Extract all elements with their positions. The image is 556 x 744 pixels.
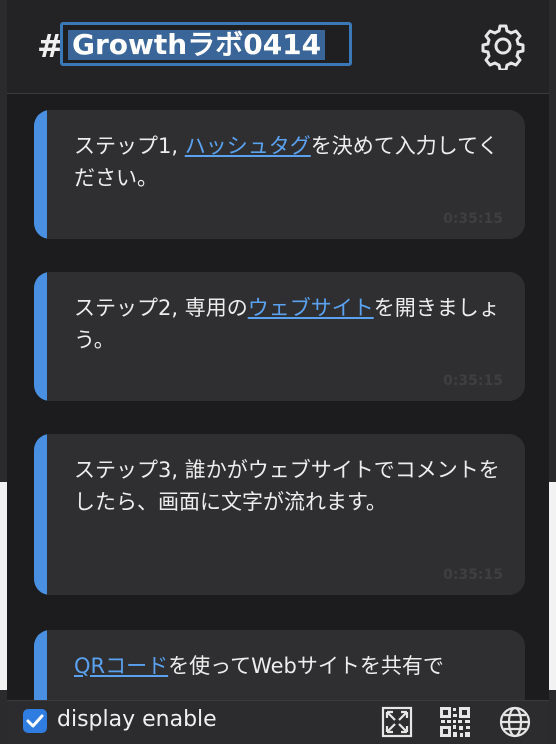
message-accent-bar [34, 110, 47, 239]
popup-panel: # Growthラボ0414 ステップ1, ハッシュタグを決めて入力してください… [7, 0, 549, 744]
gear-icon[interactable] [479, 22, 527, 70]
hashtag-input-value[interactable]: Growthラボ0414 [68, 30, 326, 60]
message-accent-bar [34, 272, 47, 401]
qr-code-link[interactable]: QRコード [74, 654, 168, 678]
hashtag-link[interactable]: ハッシュタグ [185, 134, 311, 158]
message-text: ステップ1, ハッシュタグを決めて入力してください。 [74, 134, 499, 190]
website-link[interactable]: ウェブサイト [248, 296, 374, 320]
message-card: ステップ2, 専用のウェブサイトを開きましょう。 0:35:15 [34, 272, 525, 401]
message-card: QRコードを使ってWebサイトを共有で [34, 630, 525, 700]
message-accent-bar [34, 630, 47, 700]
message-text: ステップ3, 誰かがウェブサイトでコメントをしたら、画面に文字が流れます。 [74, 458, 500, 514]
globe-icon[interactable] [498, 705, 532, 739]
message-timestamp: 0:35:15 [443, 373, 503, 389]
message-accent-bar [34, 434, 47, 595]
header: # Growthラボ0414 [7, 0, 549, 94]
right-window-edge [549, 0, 556, 744]
fullscreen-icon[interactable] [380, 705, 414, 739]
qr-code-icon[interactable] [438, 705, 472, 739]
footer-bar: display enable [7, 700, 549, 744]
checkmark-icon [26, 714, 44, 728]
display-enable-checkbox[interactable] [23, 709, 47, 733]
message-card: ステップ1, ハッシュタグを決めて入力してください。 0:35:15 [34, 110, 525, 239]
message-text: ステップ2, 専用のウェブサイトを開きましょう。 [74, 296, 500, 352]
message-card: ステップ3, 誰かがウェブサイトでコメントをしたら、画面に文字が流れます。 0:… [34, 434, 525, 595]
hashtag-input[interactable]: Growthラボ0414 [60, 22, 352, 66]
left-window-edge [0, 0, 7, 744]
message-timestamp: 0:35:15 [443, 567, 503, 583]
message-list[interactable]: ステップ1, ハッシュタグを決めて入力してください。 0:35:15 ステップ2… [7, 94, 549, 700]
message-timestamp: 0:35:15 [443, 211, 503, 227]
message-text: QRコードを使ってWebサイトを共有で [74, 654, 444, 678]
display-enable-label[interactable]: display enable [57, 707, 217, 732]
